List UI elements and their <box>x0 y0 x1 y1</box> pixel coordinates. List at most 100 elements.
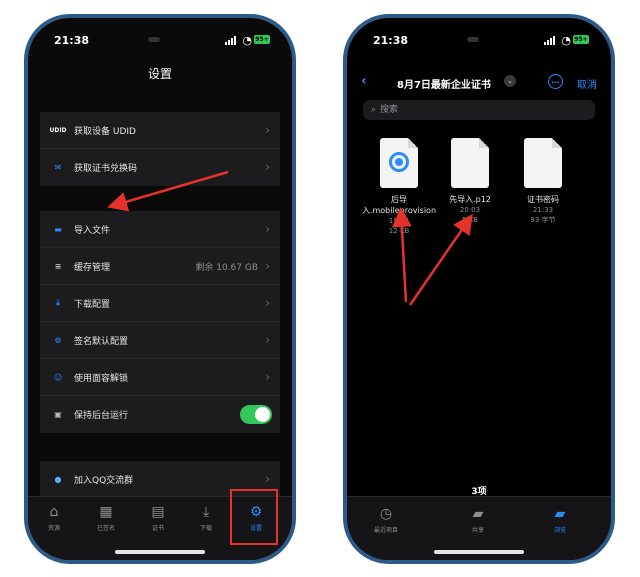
home-indicator <box>434 550 524 554</box>
settings-row-label: 加入QQ交流群 <box>74 475 134 486</box>
back-chevron-icon[interactable]: ‹ <box>361 73 367 89</box>
file-size: 93 字节 <box>530 216 556 224</box>
settings-group: ▬ 导入文件 › ≡ 缓存管理 剩余 10.67 GB › ⤓ 下载配置 › ⚙ 签名默认配置 › ☺ 使用… <box>40 211 280 433</box>
chevron-right-icon: › <box>265 259 270 273</box>
face-id-icon: ☺ <box>53 372 63 382</box>
wifi-icon: ◔ <box>242 34 252 47</box>
dynamic-island <box>467 37 479 42</box>
cache-icon: ≡ <box>54 261 62 271</box>
file-size: 5 KB <box>461 216 479 224</box>
search-placeholder: 搜索 <box>380 105 399 115</box>
tab-shared-folder[interactable]: ▰ 共享 <box>453 505 503 534</box>
status-bar: 21:38 ◔ 95+ <box>28 34 292 50</box>
udid-icon: UDID <box>49 126 67 134</box>
shared-folder-icon: ▰ <box>472 506 484 522</box>
file-size: 12 KB <box>388 227 410 235</box>
inbox-icon: ⌂ <box>49 504 59 520</box>
settings-row-udid[interactable]: UDID 获取设备 UDID › <box>40 112 280 149</box>
tab-label: 证书 <box>151 525 164 532</box>
dynamic-island <box>148 37 160 42</box>
files-screen: 21:38 ◔ 95+ ‹ 8月7日最新企业证书 ⌄ … 取消 ⌕ 搜索 后导入.… <box>347 18 611 560</box>
settings-row-label: 获取证书兑换码 <box>74 164 138 174</box>
chevron-right-icon: › <box>265 123 270 137</box>
search-input[interactable]: ⌕ 搜索 <box>363 100 595 120</box>
screenshot-stage: 21:38 ◔ 95+ 设置 UDID 获取设备 UDID › ✉ 获取证书兑换码 › ▬ 导… <box>0 0 640 577</box>
cache-free-space: 剩余 10.67 GB <box>195 262 258 273</box>
chevron-right-icon: › <box>265 160 270 174</box>
file-item[interactable]: 证书密码 21:33 93 字节 <box>503 138 583 225</box>
chevron-right-icon: › <box>265 370 270 384</box>
chevron-right-icon: › <box>265 472 270 486</box>
settings-row-label: 获取设备 UDID <box>74 126 136 137</box>
status-bar-right: 21:38 ◔ 95+ <box>347 34 611 50</box>
tab-download-tab[interactable]: ⤓ 下载 <box>186 503 226 532</box>
keep-background-toggle[interactable] <box>240 405 272 424</box>
file-name-line1: 后导 <box>391 195 407 204</box>
clock-icon: ◷ <box>379 506 393 522</box>
settings-row-label: 下载配置 <box>74 299 111 310</box>
battery-icon: 95+ <box>573 35 589 44</box>
settings-group: UDID 获取设备 UDID › ✉ 获取证书兑换码 › <box>40 112 280 186</box>
chevron-right-icon: › <box>265 222 270 236</box>
settings-row-label: 缓存管理 <box>74 262 111 273</box>
signal-icon <box>544 36 555 45</box>
file-name: 先导入.p12 <box>430 194 510 205</box>
download-tab-icon: ⤓ <box>202 504 210 520</box>
file-item[interactable]: 后导入.mobileprovision 19:55 12 KB <box>359 138 439 236</box>
file-name-line1: 先导入.p12 <box>449 195 491 204</box>
chevron-right-icon: › <box>265 296 270 310</box>
gear-icon: ⚙ <box>54 335 62 345</box>
gear-icon <box>389 152 409 172</box>
tab-apps-grid[interactable]: ▦ 已签名 <box>86 503 126 532</box>
files-tab-bar: ◷ 最近项目 ▰ 共享 ▰ 浏览 <box>347 496 611 560</box>
home-indicator <box>115 550 205 554</box>
tab-label: 已签名 <box>96 525 115 532</box>
file-time: 21:33 <box>532 206 554 214</box>
file-name: 证书密码 <box>503 194 583 205</box>
certificate-icon: ✉ <box>54 163 62 172</box>
settings-row-gear[interactable]: ⚙ 签名默认配置 › <box>40 322 280 359</box>
browse-folder-icon: ▰ <box>554 506 566 522</box>
provision-gear-icon <box>380 138 418 188</box>
more-options-icon[interactable]: … <box>548 74 563 89</box>
files-nav-bar: ‹ 8月7日最新企业证书 ⌄ … 取消 <box>347 73 611 94</box>
file-name-line1: 证书密码 <box>527 195 559 204</box>
certificate-tab-icon: ▤ <box>151 504 165 520</box>
apps-grid-icon: ▦ <box>99 504 113 520</box>
settings-row-background[interactable]: ▣ 保持后台运行 <box>40 396 280 433</box>
settings-row-download[interactable]: ⤓ 下载配置 › <box>40 285 280 322</box>
settings-row-face-id[interactable]: ☺ 使用面容解锁 › <box>40 359 280 396</box>
settings-row-label: 导入文件 <box>74 225 111 236</box>
tab-label: 下载 <box>199 525 212 532</box>
tab-certificate-tab[interactable]: ▤ 证书 <box>138 503 178 532</box>
tab-clock[interactable]: ◷ 最近项目 <box>361 505 411 534</box>
file-time: 20:03 <box>459 206 481 214</box>
wifi-icon: ◔ <box>561 34 571 47</box>
file-name-line2: 入.mobileprovision <box>361 206 437 215</box>
settings-row-label: 签名默认配置 <box>74 336 129 347</box>
qq-icon: ● <box>54 474 62 484</box>
cancel-button[interactable]: 取消 <box>577 76 597 91</box>
right-phone-frame: 21:38 ◔ 95+ ‹ 8月7日最新企业证书 ⌄ … 取消 ⌕ 搜索 后导入.… <box>343 14 615 564</box>
file-time: 19:55 <box>388 217 410 225</box>
tab-browse-folder[interactable]: ▰ 浏览 <box>535 505 585 534</box>
left-phone-frame: 21:38 ◔ 95+ 设置 UDID 获取设备 UDID › ✉ 获取证书兑换码 › ▬ 导… <box>24 14 296 564</box>
page-title: 设置 <box>147 67 172 81</box>
text-file-icon <box>524 138 562 188</box>
settings-row-label: 使用面容解锁 <box>74 373 129 384</box>
search-icon: ⌕ <box>371 105 377 115</box>
folder-icon: ▬ <box>54 224 62 234</box>
settings-row-cache[interactable]: ≡ 缓存管理 剩余 10.67 GB › <box>40 248 280 285</box>
tab-label: 资源 <box>47 525 60 532</box>
tab-label: 共享 <box>471 527 484 534</box>
settings-row-certificate[interactable]: ✉ 获取证书兑换码 › <box>40 149 280 186</box>
background-icon: ▣ <box>54 410 62 419</box>
tab-inbox[interactable]: ⌂ 资源 <box>34 503 74 532</box>
status-time: 21:38 <box>54 34 90 47</box>
download-icon: ⤓ <box>56 298 60 307</box>
settings-row-folder[interactable]: ▬ 导入文件 › <box>40 211 280 248</box>
p12-file-icon <box>451 138 489 188</box>
file-item[interactable]: 先导入.p12 20:03 5 KB <box>430 138 510 225</box>
chevron-down-icon[interactable]: ⌄ <box>504 75 516 87</box>
settings-screen: 21:38 ◔ 95+ 设置 UDID 获取设备 UDID › ✉ 获取证书兑换码 › ▬ 导… <box>28 18 292 560</box>
